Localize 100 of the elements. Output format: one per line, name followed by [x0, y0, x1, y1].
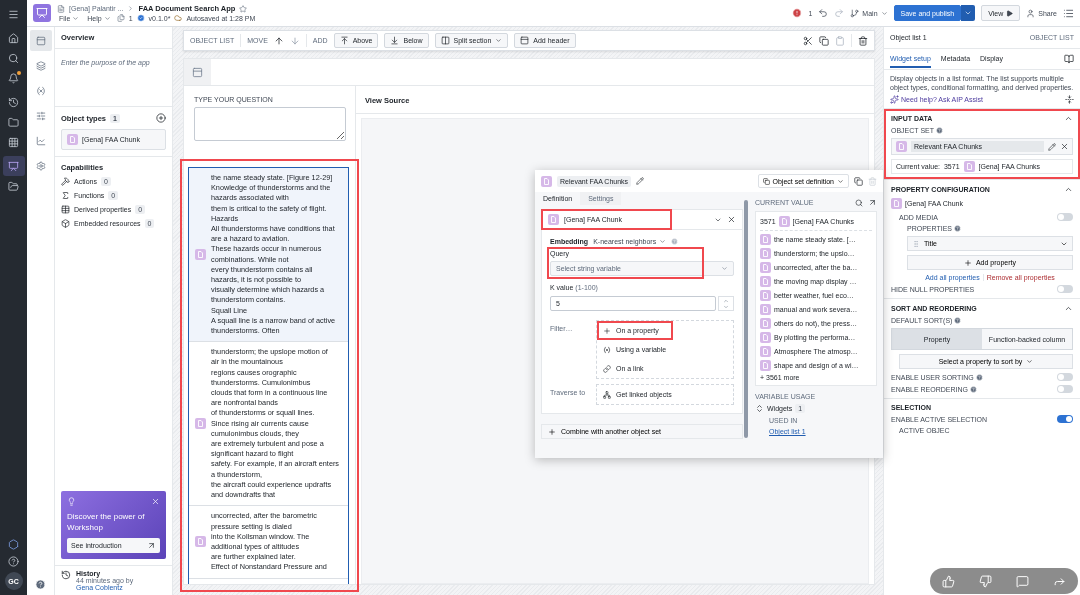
pencil-icon[interactable]	[636, 177, 645, 185]
collapse-icon[interactable]	[1065, 95, 1074, 104]
chevron-icon[interactable]	[1064, 114, 1073, 123]
undo-icon[interactable]	[818, 8, 829, 18]
thumbs-down-icon[interactable]	[979, 574, 992, 588]
panel-icon[interactable]	[35, 35, 46, 46]
scrollbar[interactable]	[744, 200, 748, 438]
copy-icon[interactable]	[854, 176, 863, 186]
caret-icon	[1026, 358, 1034, 365]
document-icon	[195, 249, 206, 261]
list-item[interactable]	[189, 168, 348, 343]
settings-icon[interactable]	[35, 160, 46, 171]
list-icon[interactable]	[1063, 7, 1074, 19]
home-icon[interactable]	[8, 32, 19, 44]
play-icon	[1006, 9, 1014, 17]
document-icon	[548, 214, 559, 225]
book-icon[interactable]	[1064, 54, 1074, 64]
header-tab[interactable]	[184, 59, 211, 85]
cut-icon[interactable]	[803, 35, 813, 46]
document-icon	[760, 332, 771, 343]
document-icon	[67, 134, 78, 145]
error-icon[interactable]	[792, 8, 803, 18]
caret-icon	[659, 238, 667, 245]
comment-icon[interactable]	[1016, 574, 1029, 588]
arrow-up-right-icon	[147, 541, 156, 550]
publish-options-button[interactable]	[961, 5, 976, 21]
close-icon[interactable]	[727, 215, 736, 224]
document-icon	[963, 161, 975, 172]
toggle-switch[interactable]	[1057, 373, 1073, 381]
chevron-down-icon	[723, 303, 729, 310]
network-icon	[603, 390, 611, 399]
arrow-up-icon[interactable]	[273, 35, 284, 46]
close-icon[interactable]	[1060, 142, 1069, 151]
document-icon	[57, 4, 65, 13]
link-icon	[603, 364, 611, 373]
check-icon	[136, 14, 145, 22]
lightbulb-icon	[67, 497, 76, 506]
panel-icon	[192, 66, 203, 78]
toggle-switch[interactable]	[1057, 415, 1073, 423]
table-icon	[61, 205, 70, 214]
panel-icon	[520, 36, 530, 45]
nav-item[interactable]	[2, 156, 25, 176]
chevron-up-icon	[723, 297, 729, 304]
thumbs-up-icon[interactable]	[942, 574, 955, 588]
hexagon-icon[interactable]	[8, 539, 19, 550]
toggle-switch[interactable]	[1057, 213, 1073, 221]
pages-icon	[116, 14, 125, 22]
caret-icon	[721, 265, 728, 272]
insert-above-icon	[339, 36, 349, 45]
variable-icon	[603, 345, 611, 354]
arrow-up-right-icon[interactable]	[868, 198, 877, 207]
rail-item[interactable]	[29, 30, 52, 51]
document-icon	[760, 248, 771, 259]
layers-icon[interactable]	[35, 60, 46, 71]
document-icon	[896, 141, 907, 152]
folder-icon[interactable]	[8, 116, 19, 128]
caret-icon	[495, 37, 503, 44]
delete-icon[interactable]	[858, 35, 868, 46]
document-icon	[760, 318, 771, 329]
chevron-icon[interactable]	[1064, 304, 1073, 313]
document-icon	[760, 304, 771, 315]
document-icon	[891, 198, 902, 209]
history-icon[interactable]	[8, 96, 19, 108]
copy-icon[interactable]	[819, 35, 829, 46]
add-icon[interactable]	[156, 113, 166, 123]
grid-icon[interactable]	[8, 136, 19, 148]
question-field[interactable]	[194, 107, 346, 141]
chart-icon[interactable]	[35, 135, 46, 146]
sparkles-icon	[890, 95, 899, 104]
chevron-icon[interactable]	[1064, 185, 1073, 194]
toggle-switch[interactable]	[1057, 285, 1073, 293]
caret-icon	[880, 9, 888, 17]
user-icon	[1026, 8, 1036, 18]
copy-icon	[762, 177, 770, 185]
search-icon[interactable]	[8, 52, 19, 64]
presentation-icon[interactable]	[8, 160, 19, 172]
caret-icon	[103, 14, 111, 22]
document-icon	[195, 418, 206, 430]
star-icon[interactable]	[239, 4, 248, 13]
menu-icon[interactable]	[8, 8, 19, 20]
document-icon	[760, 290, 771, 301]
drag-handle-icon[interactable]	[912, 239, 920, 248]
clipboard-icon[interactable]	[835, 35, 845, 46]
search-icon[interactable]	[855, 198, 863, 207]
bell-icon[interactable]	[8, 72, 19, 84]
document-icon	[541, 175, 552, 187]
promo-title: Discover the power of Workshop	[67, 511, 146, 533]
toggle-switch[interactable]	[1057, 385, 1073, 393]
pencil-icon[interactable]	[1048, 142, 1056, 151]
history-icon	[61, 570, 71, 580]
document-icon	[760, 234, 771, 245]
sliders-icon[interactable]	[35, 110, 46, 121]
variable-icon[interactable]	[35, 85, 46, 96]
folder-icon[interactable]	[8, 180, 19, 192]
branch-icon	[850, 8, 860, 18]
help-icon[interactable]	[8, 556, 19, 567]
columns-icon	[440, 36, 450, 45]
document-icon	[760, 360, 771, 371]
document-icon	[778, 216, 790, 227]
caret-icon	[964, 9, 973, 17]
